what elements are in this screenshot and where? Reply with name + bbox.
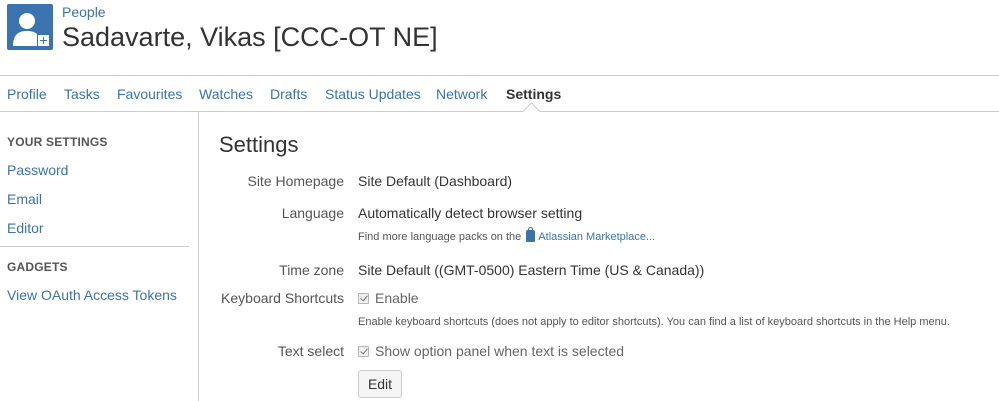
- page-title: Sadavarte, Vikas [CCC-OT NE]: [62, 22, 438, 52]
- text-select-value: Show option panel when text is selected: [375, 343, 625, 359]
- sidebar-item-password[interactable]: Password: [7, 162, 68, 178]
- language-label: Language: [281, 205, 344, 221]
- keyboard-shortcuts-value: Enable: [375, 290, 419, 306]
- text-select-row: Show option panel when text is selected: [358, 343, 624, 359]
- language-note-text: Find more language packs on the: [358, 231, 522, 243]
- text-select-checkbox[interactable]: [358, 346, 369, 357]
- site-homepage-value: Site Default (Dashboard): [358, 173, 513, 189]
- keyboard-shortcuts-row: Enable: [358, 290, 419, 306]
- sidebar-divider: [0, 246, 189, 247]
- sidebar-item-email[interactable]: Email: [7, 191, 42, 207]
- settings-title: Settings: [219, 132, 299, 157]
- tab-profile[interactable]: Profile: [7, 86, 47, 102]
- edit-button[interactable]: Edit: [358, 370, 402, 398]
- tab-tasks[interactable]: Tasks: [64, 86, 100, 102]
- keyboard-shortcuts-checkbox[interactable]: [358, 293, 369, 304]
- sidebar-heading-gadgets: GADGETS: [7, 260, 68, 274]
- sidebar-heading-your-settings: YOUR SETTINGS: [7, 135, 108, 149]
- tab-settings[interactable]: Settings: [506, 86, 561, 102]
- sidebar-item-editor[interactable]: Editor: [7, 220, 44, 236]
- add-photo-icon[interactable]: [37, 34, 50, 47]
- tab-status-updates[interactable]: Status Updates: [325, 86, 421, 102]
- tab-watches[interactable]: Watches: [199, 86, 253, 102]
- page-header: People Sadavarte, Vikas [CCC-OT NE]: [0, 0, 999, 75]
- atlassian-marketplace-link[interactable]: Atlassian Marketplace...: [538, 231, 655, 243]
- tab-drafts[interactable]: Drafts: [270, 86, 307, 102]
- keyboard-shortcuts-note: Enable keyboard shortcuts (does not appl…: [358, 316, 950, 328]
- language-note: Find more language packs on the Atlassia…: [358, 227, 655, 243]
- site-homepage-label: Site Homepage: [247, 173, 344, 189]
- breadcrumb-people[interactable]: People: [62, 4, 106, 20]
- tab-network[interactable]: Network: [436, 86, 487, 102]
- user-avatar-icon[interactable]: [7, 4, 53, 50]
- time-zone-label: Time zone: [279, 262, 344, 278]
- marketplace-bag-icon: [526, 227, 536, 242]
- text-select-label: Text select: [277, 343, 344, 359]
- tab-favourites[interactable]: Favourites: [117, 86, 182, 102]
- settings-panel: Settings Site Homepage Site Default (Das…: [219, 112, 999, 401]
- language-value: Automatically detect browser setting: [358, 205, 583, 221]
- profile-nav-tabs: Profile Tasks Favourites Watches Drafts …: [0, 75, 999, 112]
- settings-sidebar: YOUR SETTINGS Password Email Editor GADG…: [0, 112, 199, 401]
- keyboard-shortcuts-label: Keyboard Shortcuts: [221, 290, 344, 306]
- sidebar-item-oauth-tokens[interactable]: View OAuth Access Tokens: [7, 287, 177, 303]
- time-zone-value: Site Default ((GMT-0500) Eastern Time (U…: [358, 262, 705, 278]
